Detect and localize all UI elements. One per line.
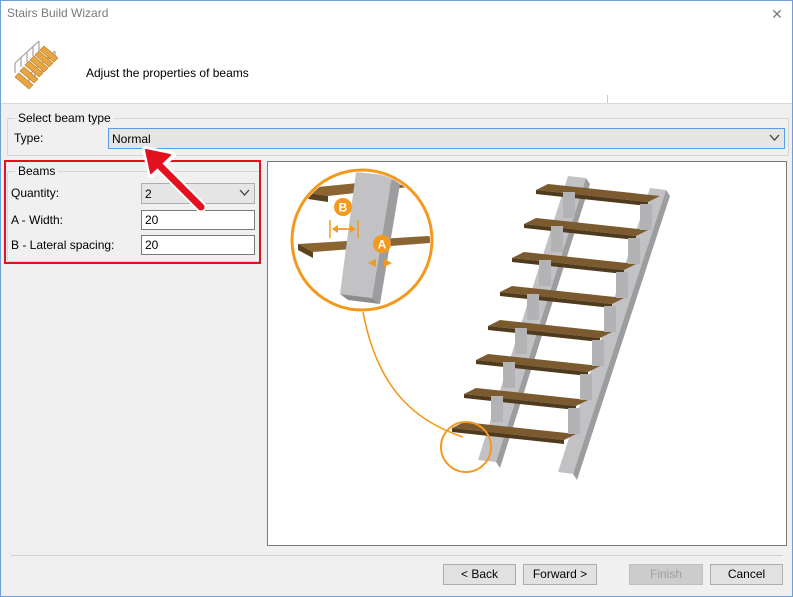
chevron-down-icon (769, 134, 780, 141)
back-button[interactable]: < Back (443, 564, 516, 585)
header-subtitle: Adjust the properties of beams (86, 66, 249, 80)
type-label: Type: (14, 131, 44, 145)
highlight-box (4, 160, 261, 264)
wizard-window: Stairs Build Wizard ✕ Adjust the propert… (0, 0, 793, 597)
beam-type-legend: Select beam type (15, 111, 114, 125)
wizard-header: Adjust the properties of beams (1, 27, 792, 103)
red-arrow-icon (142, 146, 207, 213)
finish-button[interactable]: Finish (629, 564, 703, 585)
header-separator (1, 103, 792, 104)
footer-separator (11, 555, 783, 556)
type-select[interactable]: Normal (108, 128, 785, 149)
stairs-illustration: B A (290, 168, 670, 480)
marker-a-label: A (378, 238, 387, 252)
window-title: Stairs Build Wizard (7, 6, 109, 20)
marker-b-label: B (339, 201, 348, 215)
stairs-icon (14, 40, 59, 90)
close-icon[interactable]: ✕ (768, 5, 786, 23)
forward-button[interactable]: Forward > (523, 564, 597, 585)
title-bar: Stairs Build Wizard ✕ (1, 1, 792, 27)
beam-preview: B A (267, 161, 787, 546)
cancel-button[interactable]: Cancel (710, 564, 783, 585)
header-notch (607, 95, 608, 103)
